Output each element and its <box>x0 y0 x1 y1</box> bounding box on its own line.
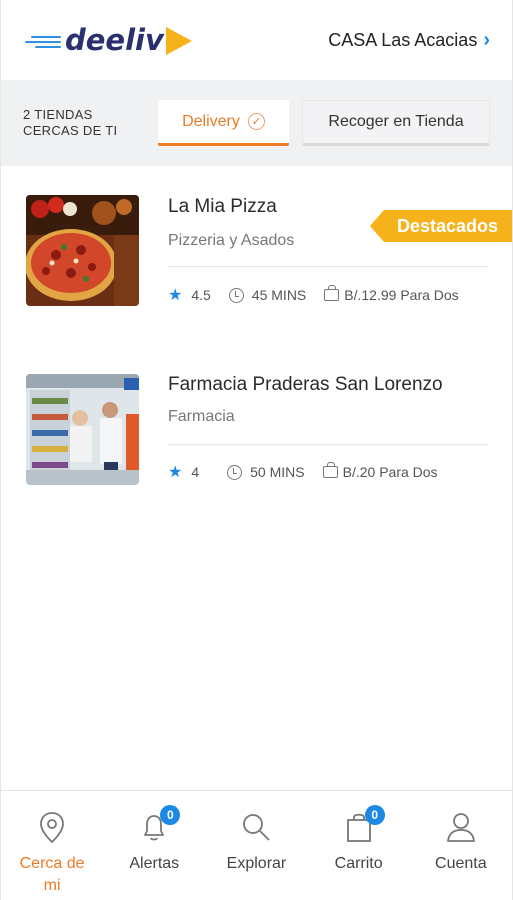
app-screen: deeliv CASA Las Acacias › 2 TIENDAS CERC… <box>0 0 513 900</box>
nav-account-label: Cuenta <box>435 855 487 872</box>
delivery-time-value: 45 MINS <box>251 287 307 303</box>
app-logo[interactable]: deeliv <box>25 20 192 60</box>
bottom-nav: Cerca de mi 0 Alertas Explorar 0 Carrito… <box>1 790 512 900</box>
shopping-bag-icon: 0 <box>341 805 385 845</box>
featured-badge-label: Destacados <box>396 215 498 236</box>
store-list: La Mia Pizza Pizzeria y Asados ★ 4.5 45 … <box>1 166 512 790</box>
rating-value: 4 <box>191 464 200 480</box>
nearby-count: 2 TIENDAS CERCAS DE TI <box>23 107 153 139</box>
star-icon: ★ <box>168 464 183 481</box>
clock-icon <box>228 287 244 303</box>
price-value: B/.20 Para Dos <box>342 464 438 480</box>
nav-near-me[interactable]: Cerca de mi <box>7 809 97 900</box>
search-icon <box>238 809 274 845</box>
store-image-pizza <box>26 195 139 306</box>
store-card-farmacia[interactable]: Farmacia Praderas San Lorenzo Farmacia ★… <box>1 366 512 496</box>
tab-pickup[interactable]: Recoger en Tienda <box>302 100 490 146</box>
tab-delivery-label: Delivery <box>182 112 240 130</box>
location-label: CASA Las Acacias <box>328 29 478 50</box>
nearby-line-2: CERCAS DE TI <box>23 123 118 138</box>
store-category: Farmacia <box>168 408 235 425</box>
bell-icon: 0 <box>136 805 181 845</box>
store-name: Farmacia Praderas San Lorenzo <box>168 374 443 395</box>
divider <box>168 266 488 267</box>
speed-lines-icon <box>25 36 63 50</box>
mode-bar: 2 TIENDAS CERCAS DE TI Delivery ✓ Recoge… <box>1 80 512 166</box>
store-name: La Mia Pizza <box>168 196 277 217</box>
rating-value: 4.5 <box>191 287 211 303</box>
bag-icon <box>322 462 338 478</box>
logo-text: deeliv <box>65 23 164 57</box>
nav-near-me-line-1: Cerca de <box>19 855 85 872</box>
play-arrow-icon <box>165 27 192 55</box>
location-pin-icon <box>34 809 70 845</box>
nav-alerts-label: Alertas <box>129 855 180 872</box>
header: deeliv CASA Las Acacias › <box>1 0 512 80</box>
store-card-la-mia-pizza[interactable]: La Mia Pizza Pizzeria y Asados ★ 4.5 45 … <box>1 188 512 318</box>
nav-explore[interactable]: Explorar <box>211 809 301 900</box>
nav-account[interactable]: Cuenta <box>416 809 506 900</box>
store-meta: ★ 4 50 MINS B/.20 Para Dos <box>168 462 456 482</box>
store-meta: ★ 4.5 45 MINS B/.12.99 Para Dos <box>168 285 477 305</box>
store-category: Pizzeria y Asados <box>168 232 295 249</box>
delivery-time: 45 MINS <box>228 287 307 303</box>
store-image-pharmacy <box>26 374 139 485</box>
location-selector[interactable]: CASA Las Acacias › <box>328 29 490 52</box>
clock-icon <box>227 464 243 480</box>
cart-count-badge: 0 <box>364 805 385 825</box>
nearby-line-1: 2 TIENDAS <box>23 107 93 122</box>
bag-icon <box>324 285 340 301</box>
nav-near-me-line-2: mi <box>43 877 61 894</box>
delivery-time: 50 MINS <box>227 464 305 480</box>
nav-explore-label: Explorar <box>226 855 287 872</box>
nav-cart-label: Carrito <box>334 855 383 872</box>
alerts-count-badge: 0 <box>160 805 181 825</box>
tab-delivery[interactable]: Delivery ✓ <box>158 100 289 146</box>
nav-alerts[interactable]: 0 Alertas <box>109 805 199 900</box>
price-for-two: B/.20 Para Dos <box>322 462 438 480</box>
price-value: B/.12.99 Para Dos <box>344 287 459 303</box>
chevron-right-icon: › <box>483 28 490 51</box>
user-icon <box>443 809 479 845</box>
divider <box>168 444 488 445</box>
star-icon: ★ <box>168 287 183 304</box>
rating: ★ 4 <box>168 462 199 482</box>
rating: ★ 4.5 <box>168 285 211 305</box>
check-circle-icon: ✓ <box>247 113 265 130</box>
tab-pickup-label: Recoger en Tienda <box>328 113 464 130</box>
featured-badge: Destacados <box>370 210 512 242</box>
nav-cart[interactable]: 0 Carrito <box>314 805 404 900</box>
price-for-two: B/.12.99 Para Dos <box>324 285 459 303</box>
delivery-time-value: 50 MINS <box>250 464 305 480</box>
